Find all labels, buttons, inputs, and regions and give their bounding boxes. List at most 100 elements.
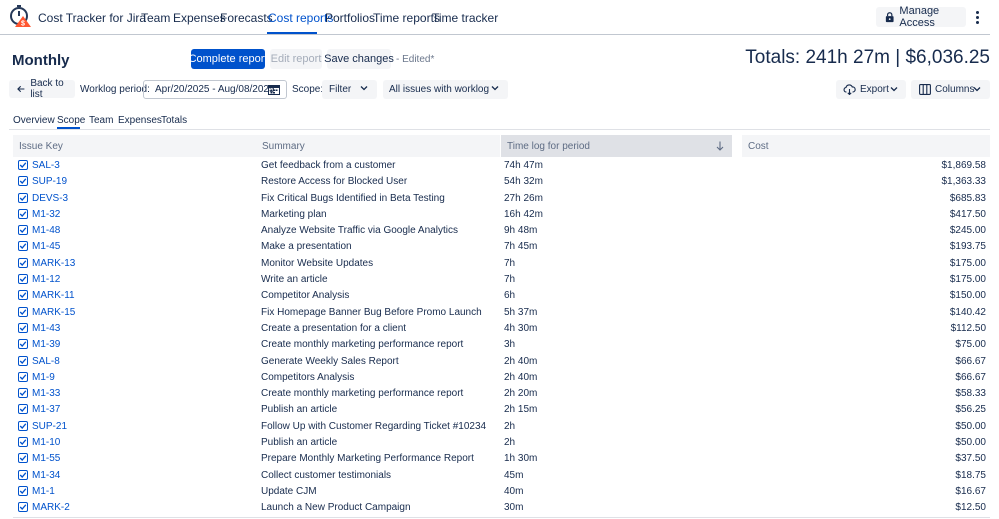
issue-key-link[interactable]: M1-45 — [32, 241, 60, 252]
manage-access-button[interactable]: Manage Access — [876, 5, 966, 29]
nav-portfolios[interactable]: Portfolios — [325, 11, 375, 25]
table-row[interactable]: M1-48 Analyze Website Traffic via Google … — [13, 222, 990, 238]
save-changes-button[interactable]: Save changes — [324, 49, 394, 69]
export-button[interactable]: Export — [836, 80, 906, 99]
checkbox-icon[interactable] — [18, 257, 28, 268]
checkbox-icon[interactable] — [18, 355, 28, 366]
issue-key-link[interactable]: M1-55 — [32, 453, 60, 464]
checkbox-icon[interactable] — [18, 388, 28, 399]
checkbox-icon[interactable] — [18, 485, 28, 496]
tab-expenses[interactable]: Expenses — [118, 115, 162, 126]
checkbox-icon[interactable] — [18, 192, 28, 203]
column-header-time-log[interactable]: Time log for period — [501, 135, 732, 157]
issue-key-link[interactable]: M1-48 — [32, 225, 60, 236]
app-title[interactable]: Cost Tracker for Jira — [38, 11, 146, 25]
checkbox-icon[interactable] — [18, 208, 28, 219]
checkbox-icon[interactable] — [18, 469, 28, 480]
checkbox-icon[interactable] — [18, 420, 28, 431]
edit-report-button[interactable]: Edit report — [270, 49, 322, 69]
issue-key-link[interactable]: SUP-19 — [32, 176, 67, 187]
table-row[interactable]: M1-12 Write an article 7h $175.00 — [13, 271, 990, 287]
issue-key-link[interactable]: MARK-13 — [32, 258, 75, 269]
issue-key-link[interactable]: M1-9 — [32, 372, 55, 383]
filter-select[interactable]: Filter — [322, 80, 377, 99]
issue-key-link[interactable]: M1-1 — [32, 486, 55, 497]
nav-expenses[interactable]: Expenses — [173, 11, 226, 25]
time-log-value: 7h — [504, 274, 516, 286]
checkbox-icon[interactable] — [18, 453, 28, 464]
issue-key-link[interactable]: MARK-2 — [32, 502, 70, 513]
table-row[interactable]: M1-33 Create monthly marketing performanc… — [13, 385, 990, 401]
nav-time-reports[interactable]: Time reports — [373, 11, 440, 25]
issue-key-link[interactable]: SAL-3 — [32, 160, 60, 171]
issue-key-link[interactable]: M1-43 — [32, 323, 60, 334]
table-row[interactable]: M1-10 Publish an article 2h $50.00 — [13, 434, 990, 450]
table-row[interactable]: MARK-15 Fix Homepage Banner Bug Before Pr… — [13, 304, 990, 320]
sort-arrow-down-icon[interactable] — [716, 141, 724, 151]
cost-tracker-logo-icon[interactable]: $ — [9, 4, 33, 28]
issue-key-link[interactable]: M1-10 — [32, 437, 60, 448]
worklog-period-field[interactable]: Apr/20/2025 - Aug/08/2025 — [143, 80, 287, 99]
issue-key-link[interactable]: M1-33 — [32, 388, 60, 399]
table-row[interactable]: MARK-11 Competitor Analysis 6h $150.00 — [13, 287, 990, 303]
issue-key-link[interactable]: DEVS-3 — [32, 193, 68, 204]
tab-scope[interactable]: Scope — [57, 115, 85, 126]
checkbox-icon[interactable] — [18, 322, 28, 333]
issue-summary: Analyze Website Traffic via Google Analy… — [261, 225, 458, 237]
back-to-list-button[interactable]: Back to list — [9, 78, 75, 100]
table-row[interactable]: M1-39 Create monthly marketing performanc… — [13, 336, 990, 352]
checkbox-icon[interactable] — [18, 371, 28, 382]
issues-scope-select[interactable]: All issues with worklog — [383, 80, 508, 99]
table-row[interactable]: SUP-19 Restore Access for Blocked User 54h… — [13, 173, 990, 189]
columns-button[interactable]: Columns — [911, 80, 990, 99]
nav-cost-reports[interactable]: Cost reports — [268, 11, 333, 25]
table-row[interactable]: SUP-21 Follow Up with Customer Regarding … — [13, 418, 990, 434]
nav-forecasts[interactable]: Forecasts — [220, 11, 273, 25]
more-options-icon[interactable] — [970, 8, 984, 26]
table-row[interactable]: M1-32 Marketing plan 16h 42m $417.50 — [13, 206, 990, 222]
checkbox-icon[interactable] — [18, 241, 28, 252]
issue-key-link[interactable]: SAL-8 — [32, 356, 60, 367]
checkbox-icon[interactable] — [18, 225, 28, 236]
table-row[interactable]: MARK-2 Launch a New Product Campaign 30m $1… — [13, 499, 990, 515]
table-row[interactable]: M1-37 Publish an article 2h 15m $56.25 — [13, 401, 990, 417]
complete-report-button[interactable]: Complete report — [189, 49, 267, 69]
issue-key-link[interactable]: MARK-15 — [32, 307, 75, 318]
issue-key-link[interactable]: M1-39 — [32, 339, 60, 350]
table-row[interactable]: M1-45 Make a presentation 7h 45m $193.75 — [13, 238, 990, 254]
nav-team[interactable]: Team — [141, 11, 170, 25]
issue-key-link[interactable]: SUP-21 — [32, 421, 67, 432]
checkbox-icon[interactable] — [18, 437, 28, 448]
tab-totals[interactable]: Totals — [161, 115, 187, 126]
table-row[interactable]: SAL-3 Get feedback from a customer 74h 47m… — [13, 157, 990, 173]
table-row[interactable]: MARK-13 Monitor Website Updates 7h $175.00 — [13, 255, 990, 271]
nav-time-tracker[interactable]: Time tracker — [432, 11, 498, 25]
checkbox-icon[interactable] — [18, 176, 28, 187]
calendar-icon[interactable] — [268, 84, 280, 95]
table-row[interactable]: M1-34 Collect customer testimonials 45m $18… — [13, 467, 990, 483]
checkbox-icon[interactable] — [18, 274, 28, 285]
checkbox-icon[interactable] — [18, 404, 28, 415]
issue-key-link[interactable]: M1-37 — [32, 404, 60, 415]
table-row[interactable]: SAL-8 Generate Weekly Sales Report 2h 40m $… — [13, 353, 990, 369]
issue-key-link[interactable]: M1-12 — [32, 274, 60, 285]
checkbox-icon[interactable] — [18, 339, 28, 350]
checkbox-icon[interactable] — [18, 502, 28, 513]
checkbox-icon[interactable] — [18, 306, 28, 317]
issue-key-link[interactable]: M1-32 — [32, 209, 60, 220]
tab-overview[interactable]: Overview — [13, 115, 55, 126]
column-header-cost[interactable]: Cost — [742, 135, 990, 157]
table-row[interactable]: DEVS-3 Fix Critical Bugs Identified in Be… — [13, 190, 990, 206]
issue-key-link[interactable]: MARK-11 — [32, 290, 75, 301]
column-header-summary[interactable]: Summary — [256, 135, 500, 157]
issue-key-link[interactable]: M1-34 — [32, 470, 60, 481]
checkbox-icon[interactable] — [18, 290, 28, 301]
table-row[interactable]: M1-43 Create a presentation for a client 4… — [13, 320, 990, 336]
tab-team[interactable]: Team — [89, 115, 113, 126]
table-row[interactable]: M1-9 Competitors Analysis 2h 40m $66.67 — [13, 369, 990, 385]
table-row[interactable]: M1-55 Prepare Monthly Marketing Performan… — [13, 450, 990, 466]
table-row[interactable]: M1-1 Update CJM 40m $16.67 — [13, 483, 990, 499]
column-header-issue-key[interactable]: Issue Key — [13, 135, 256, 157]
checkbox-icon[interactable] — [18, 160, 28, 170]
top-nav: $ Cost Tracker for Jira Team Expenses Fo… — [0, 0, 999, 34]
